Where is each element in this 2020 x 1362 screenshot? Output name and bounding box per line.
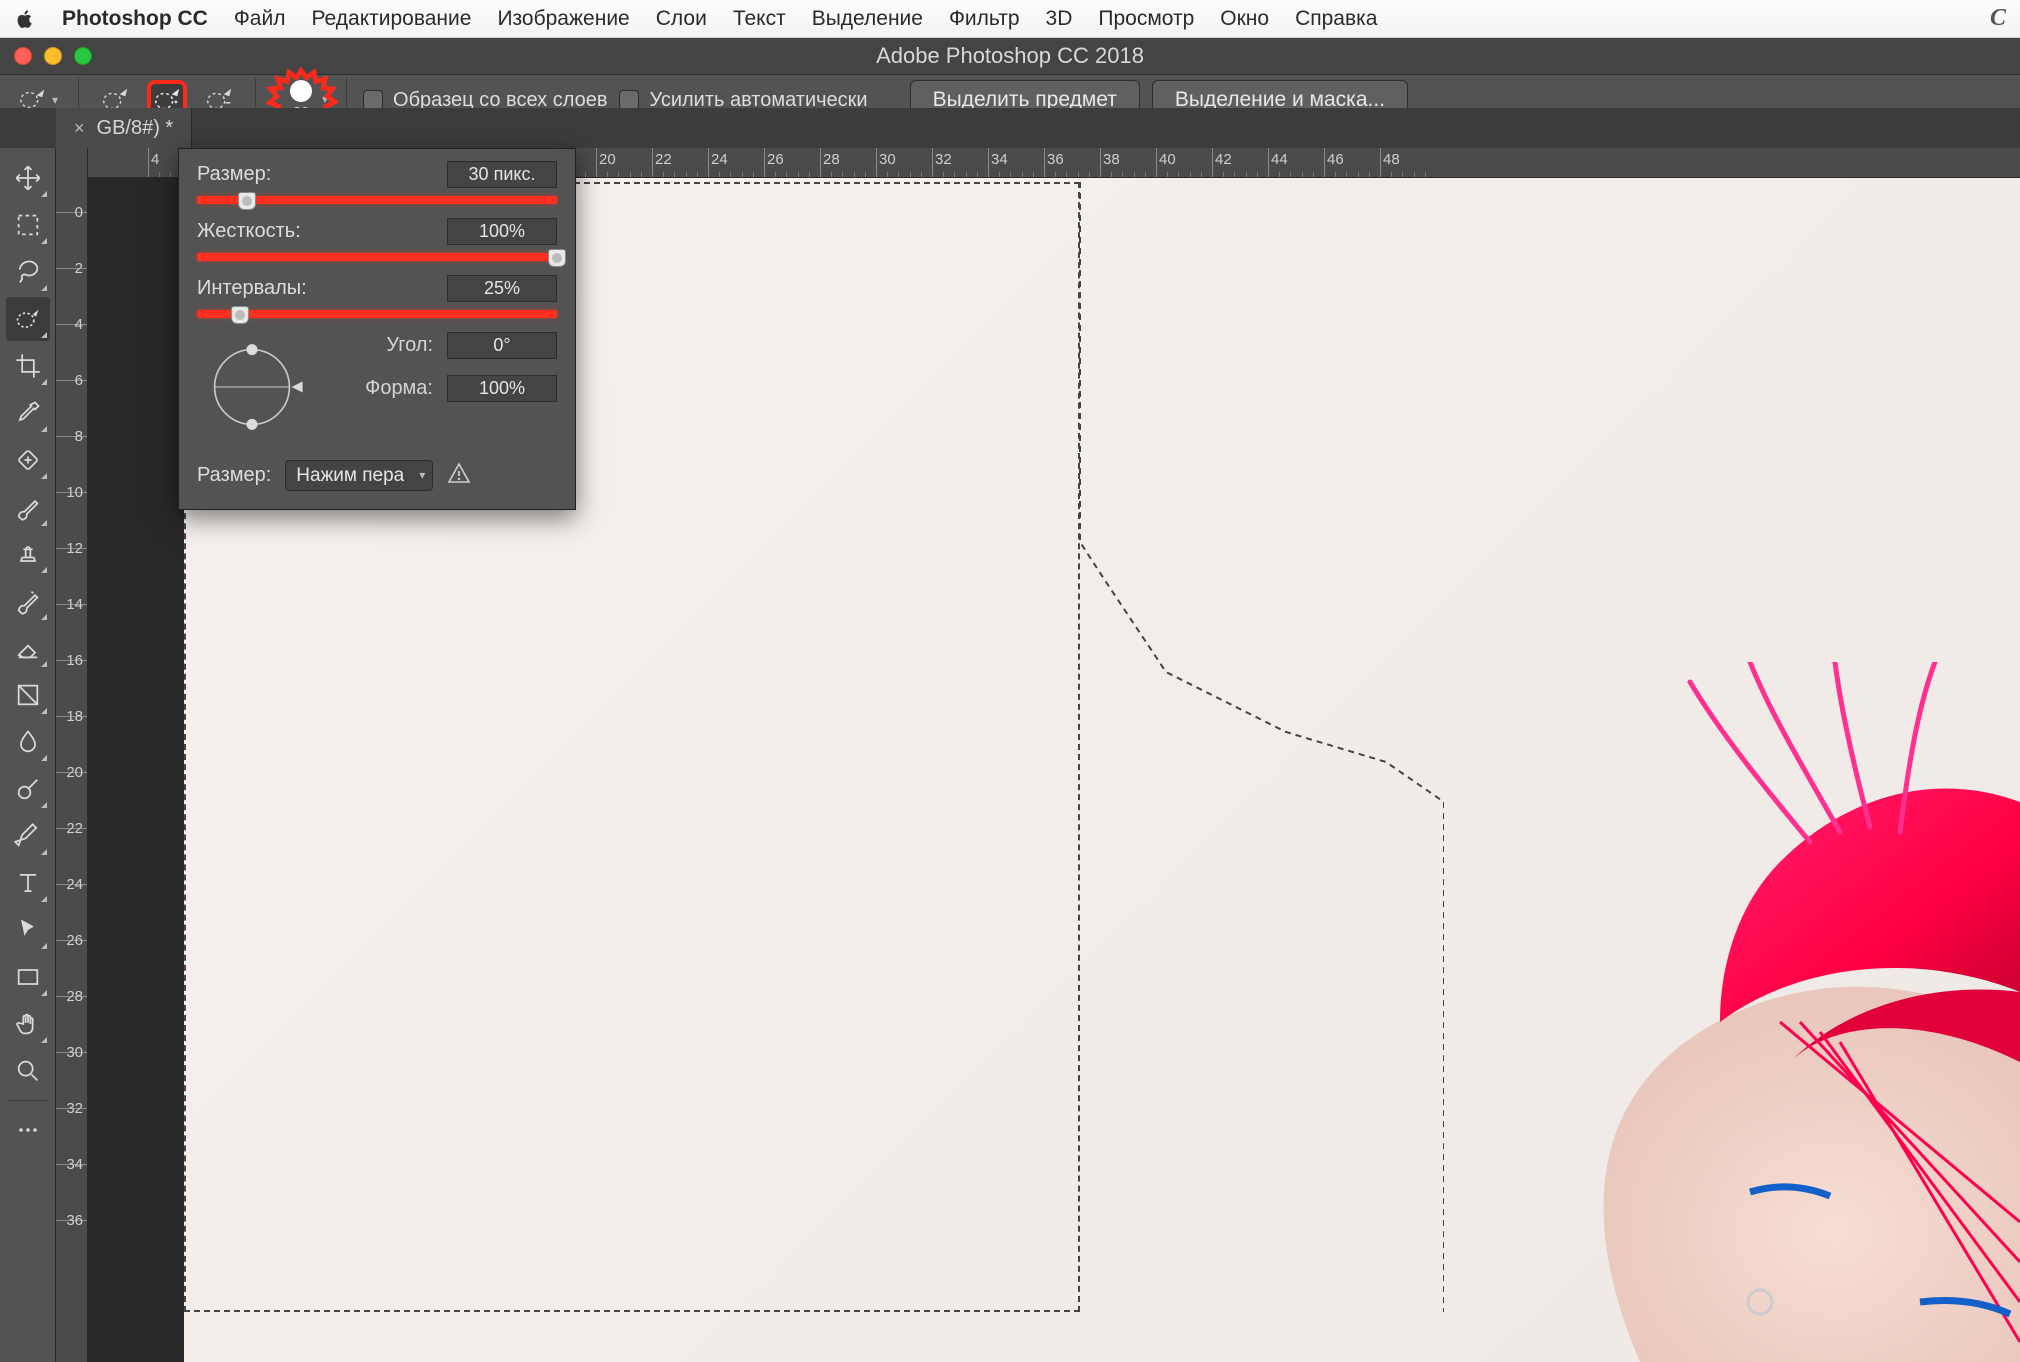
menu-select[interactable]: Выделение [812,7,923,31]
history-brush-tool[interactable] [6,579,50,623]
spacing-value[interactable]: 25% [447,275,557,302]
spacing-label: Интервалы: [197,277,307,300]
menu-edit[interactable]: Редактирование [311,7,471,31]
brush-angle-widget[interactable] [197,332,307,442]
macos-menubar: Photoshop CC Файл Редактирование Изображ… [0,0,2020,38]
hand-tool[interactable] [6,1002,50,1046]
gradient-tool[interactable] [6,673,50,717]
menu-3d[interactable]: 3D [1046,7,1073,31]
size-slider[interactable] [197,196,557,204]
menu-view[interactable]: Просмотр [1098,7,1194,31]
pen-tool[interactable] [6,814,50,858]
cc-icon[interactable]: C [1990,5,2006,32]
angle-label: Угол: [386,334,433,357]
menu-filter[interactable]: Фильтр [949,7,1020,31]
menu-file[interactable]: Файл [234,7,286,31]
hardness-value[interactable]: 100% [447,218,557,245]
window-minimize-button[interactable] [44,47,62,65]
lasso-tool[interactable] [6,250,50,294]
tools-panel [0,148,56,1362]
selection-marquee-subject [904,182,1444,1312]
angle-value[interactable]: 0° [447,332,557,359]
menu-type[interactable]: Текст [733,7,786,31]
window-zoom-button[interactable] [74,47,92,65]
type-tool[interactable] [6,861,50,905]
eyedropper-tool[interactable] [6,391,50,435]
clone-stamp-tool[interactable] [6,532,50,576]
quick-selection-tool[interactable] [6,297,50,341]
edit-toolbar-button[interactable] [6,1108,50,1152]
hardness-label: Жесткость: [197,220,301,243]
dodge-tool[interactable] [6,767,50,811]
healing-brush-tool[interactable] [6,438,50,482]
window-titlebar: Adobe Photoshop CC 2018 [0,38,2020,74]
menu-layer[interactable]: Слои [656,7,707,31]
path-selection-tool[interactable] [6,908,50,952]
document-tab-label: GB/8#) * [97,117,174,140]
crop-tool[interactable] [6,344,50,388]
shape-label: Форма: [365,377,433,400]
warning-icon [447,461,471,491]
canvas-image [1380,662,2020,1362]
menu-window[interactable]: Окно [1220,7,1269,31]
move-tool[interactable] [6,156,50,200]
menu-image[interactable]: Изображение [497,7,629,31]
document-tabs: × GB/8#) * [0,108,2020,148]
close-tab-icon[interactable]: × [74,118,85,139]
document-area: × GB/8#) * 46810121416182022242628303234… [88,148,2020,1362]
ruler-vertical[interactable]: 024681012141618202224262830323436 [56,148,88,1362]
size-control-select[interactable]: Нажим пера ▾ [285,460,433,491]
spacing-slider[interactable] [197,310,557,318]
brush-tip-preview-icon [290,80,312,102]
window-title: Adobe Photoshop CC 2018 [0,43,2020,69]
document-tab[interactable]: × GB/8#) * [56,108,192,148]
eraser-tool[interactable] [6,626,50,670]
shape-value[interactable]: 100% [447,375,557,402]
workspace: 024681012141618202224262830323436 × GB/8… [0,148,2020,1362]
brush-tool[interactable] [6,485,50,529]
rectangle-tool[interactable] [6,955,50,999]
blur-tool[interactable] [6,720,50,764]
brush-settings-popover: Размер: 30 пикс. Жесткость: 100% Интерва… [178,148,576,510]
size-control-label: Размер: [197,464,271,487]
apple-icon[interactable] [14,8,36,30]
menu-help[interactable]: Справка [1295,7,1377,31]
marquee-tool[interactable] [6,203,50,247]
size-value[interactable]: 30 пикс. [447,161,557,188]
hardness-slider[interactable] [197,253,557,261]
window-controls [0,47,92,65]
window-close-button[interactable] [14,47,32,65]
size-label: Размер: [197,163,271,186]
app-name[interactable]: Photoshop CC [62,7,208,31]
zoom-tool[interactable] [6,1049,50,1093]
